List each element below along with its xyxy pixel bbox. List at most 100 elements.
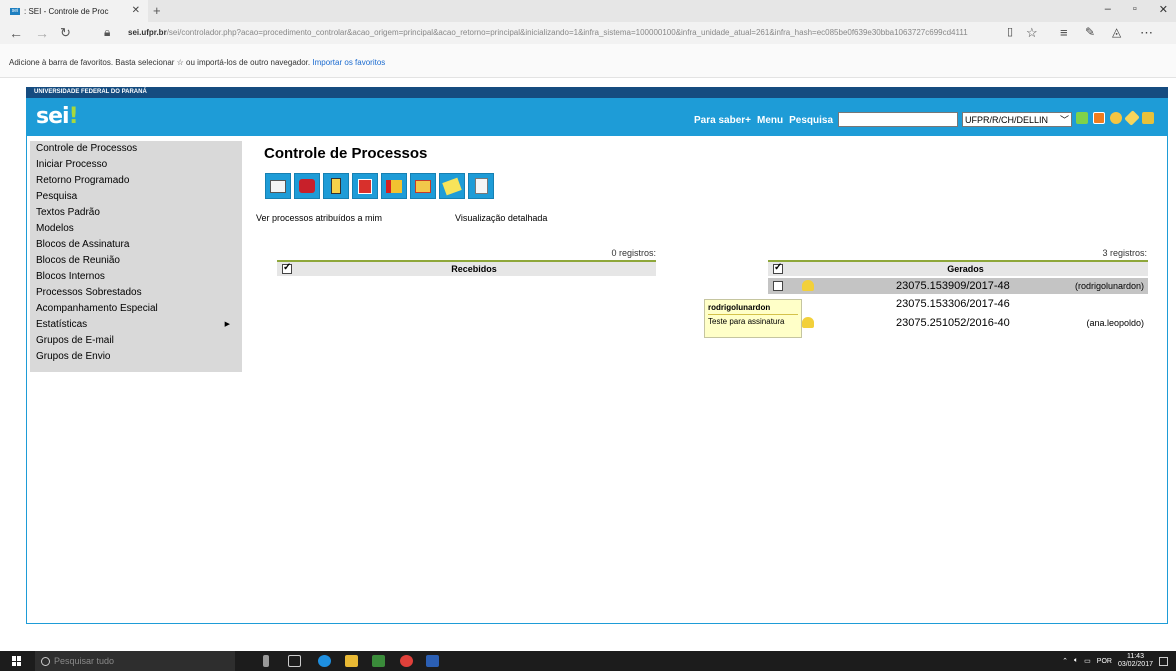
sei-logo[interactable]: sei! xyxy=(36,104,79,129)
word-icon[interactable] xyxy=(426,655,439,667)
annotation-state-icon[interactable] xyxy=(802,317,814,328)
close-tab-icon[interactable]: ✕ xyxy=(132,5,140,16)
received-header-label: Recebidos xyxy=(451,264,497,274)
task-view-icon[interactable] xyxy=(288,655,301,667)
assign-process-icon[interactable] xyxy=(323,173,349,199)
url-host: sei.ufpr.br xyxy=(128,28,167,37)
select-all-received-checkbox[interactable] xyxy=(282,262,292,274)
system-tray: ⌃ 🔈︎ ▭ POR 11:43 03/02/2017 xyxy=(1062,653,1168,669)
logo-exclamation-icon: ! xyxy=(68,104,79,129)
sidebar-item-pesquisa[interactable]: Pesquisa xyxy=(30,189,242,205)
share-icon[interactable]: ◬ xyxy=(1112,25,1121,39)
import-favorites-link[interactable]: Importar os favoritos xyxy=(312,58,385,67)
forward-arrow-icon[interactable]: → xyxy=(35,25,49,41)
select-all-generated-checkbox[interactable] xyxy=(773,262,783,274)
taskbar-search[interactable]: Pesquisar tudo xyxy=(35,651,235,671)
microphone-icon[interactable] xyxy=(263,655,269,667)
sidebar-item-modelos[interactable]: Modelos xyxy=(30,221,242,237)
minimize-icon[interactable]: – xyxy=(1105,3,1111,16)
process-number-link[interactable]: 23075.153909/2017-48 xyxy=(896,280,1010,292)
clock-time: 11:43 xyxy=(1126,653,1144,660)
language-indicator[interactable]: POR xyxy=(1097,658,1112,665)
sidebar-menu: Controle de Processos Iniciar Processo R… xyxy=(30,141,242,372)
submenu-arrow-icon: ▶ xyxy=(224,321,230,328)
attach-process-icon[interactable] xyxy=(352,173,378,199)
chrome-icon[interactable] xyxy=(400,655,413,667)
cortana-icon xyxy=(41,656,50,666)
user-icon[interactable] xyxy=(1110,112,1122,124)
annotation-state-icon[interactable] xyxy=(802,280,814,291)
assigned-user[interactable]: (ana.leopoldo) xyxy=(1086,318,1144,328)
sidebar-item-retorno-programado[interactable]: Retorno Programado xyxy=(30,173,242,189)
detailed-view-link[interactable]: Visualização detalhada xyxy=(455,213,547,223)
volume-icon[interactable]: 🔈︎ xyxy=(1074,657,1078,665)
unit-value: UFPR/R/CH/DELLIN xyxy=(965,114,1049,125)
store-icon[interactable] xyxy=(372,655,385,667)
unit-select[interactable]: UFPR/R/CH/DELLIN ﹀ xyxy=(962,112,1072,127)
sidebar-item-grupos-email[interactable]: Grupos de E-mail xyxy=(30,333,242,349)
windows-start-icon[interactable] xyxy=(12,656,22,666)
send-process-icon[interactable] xyxy=(294,173,320,199)
grid-view-icon[interactable] xyxy=(1076,112,1088,124)
favorites-hint: Adicione à barra de favoritos. Basta sel… xyxy=(9,58,385,67)
url-field[interactable]: sei.ufpr.br/sei/controlador.php?acao=pro… xyxy=(128,28,968,37)
new-document-icon[interactable] xyxy=(468,173,494,199)
table-row[interactable]: 23075.251052/2016-40 (ana.leopoldo) xyxy=(768,315,1148,331)
generated-header-label: Gerados xyxy=(947,264,984,274)
process-number-link[interactable]: 23075.153306/2017-46 xyxy=(896,298,1010,310)
sidebar-item-iniciar-processo[interactable]: Iniciar Processo xyxy=(30,157,242,173)
search-input[interactable] xyxy=(838,112,958,127)
conclude-process-icon[interactable] xyxy=(410,173,436,199)
sidebar-item-controle-processos[interactable]: Controle de Processos xyxy=(30,141,242,157)
web-note-icon[interactable]: ✎ xyxy=(1085,25,1095,39)
row-checkbox[interactable] xyxy=(773,281,783,291)
maximize-icon[interactable]: ▫ xyxy=(1133,3,1137,16)
window-controls: – ▫ ✕ xyxy=(1105,3,1168,16)
pause-process-icon[interactable] xyxy=(381,173,407,199)
sidebar-item-processos-sobrestados[interactable]: Processos Sobrestados xyxy=(30,285,242,301)
tools-icon[interactable] xyxy=(1124,110,1140,126)
receive-process-icon[interactable] xyxy=(265,173,291,199)
received-count: 0 registros: xyxy=(611,248,656,258)
sidebar-item-blocos-reuniao[interactable]: Blocos de Reunião xyxy=(30,253,242,269)
news-icon[interactable] xyxy=(1093,112,1105,124)
sidebar-item-blocos-internos[interactable]: Blocos Internos xyxy=(30,269,242,285)
sidebar-item-grupos-envio[interactable]: Grupos de Envio xyxy=(30,349,242,365)
network-icon[interactable]: ▭ xyxy=(1084,657,1091,665)
annotation-icon[interactable] xyxy=(439,173,465,199)
browser-tab-bar: sei : SEI - Controle de Proc ✕ + – ▫ ✕ xyxy=(0,0,1176,22)
top-nav: Para saber+ Menu Pesquisa xyxy=(694,115,833,126)
favorite-star-icon[interactable]: ☆ xyxy=(1026,25,1038,41)
notifications-icon[interactable] xyxy=(1159,656,1168,666)
sidebar-item-blocos-assinatura[interactable]: Blocos de Assinatura xyxy=(30,237,242,253)
assigned-to-me-link[interactable]: Ver processos atribuídos a mim xyxy=(256,213,382,223)
generated-table-header: Gerados xyxy=(768,260,1148,276)
reading-view-icon[interactable]: ▯ xyxy=(1007,25,1013,38)
table-row[interactable]: 23075.153909/2017-48 (rodrigolunardon) xyxy=(768,278,1148,294)
sidebar-item-acompanhamento-especial[interactable]: Acompanhamento Especial xyxy=(30,301,242,317)
window-close-icon[interactable]: ✕ xyxy=(1159,3,1168,16)
sidebar-item-textos-padrao[interactable]: Textos Padrão xyxy=(30,205,242,221)
university-bar: UNIVERSIDADE FEDERAL DO PARANÁ xyxy=(26,87,1168,98)
more-icon[interactable]: ⋯ xyxy=(1140,25,1153,41)
refresh-icon[interactable]: ↻ xyxy=(60,25,71,41)
process-number-link[interactable]: 23075.251052/2016-40 xyxy=(896,317,1010,329)
nav-para-saber[interactable]: Para saber+ xyxy=(694,115,751,126)
back-arrow-icon[interactable]: ← xyxy=(9,25,23,41)
nav-menu[interactable]: Menu xyxy=(757,115,783,126)
favorites-bar: Adicione à barra de favoritos. Basta sel… xyxy=(0,44,1176,78)
hub-icon[interactable]: ≡ xyxy=(1060,25,1068,40)
clock[interactable]: 11:43 03/02/2017 xyxy=(1118,653,1153,669)
browser-tab[interactable]: sei : SEI - Controle de Proc ✕ xyxy=(0,0,148,22)
received-table-header: Recebidos xyxy=(277,260,656,276)
chevron-up-icon[interactable]: ⌃ xyxy=(1062,657,1068,665)
tooltip-title: rodrigolunardon xyxy=(708,303,798,315)
edge-icon[interactable] xyxy=(318,655,331,667)
exit-icon[interactable] xyxy=(1142,112,1154,124)
file-explorer-icon[interactable] xyxy=(345,655,358,667)
assigned-user[interactable]: (rodrigolunardon) xyxy=(1075,281,1144,291)
sidebar-item-estatisticas[interactable]: Estatísticas ▶ xyxy=(30,317,242,333)
new-tab-icon[interactable]: + xyxy=(153,3,161,18)
table-row[interactable]: 23075.153306/2017-46 xyxy=(768,296,1148,312)
nav-pesquisa[interactable]: Pesquisa xyxy=(789,115,833,126)
